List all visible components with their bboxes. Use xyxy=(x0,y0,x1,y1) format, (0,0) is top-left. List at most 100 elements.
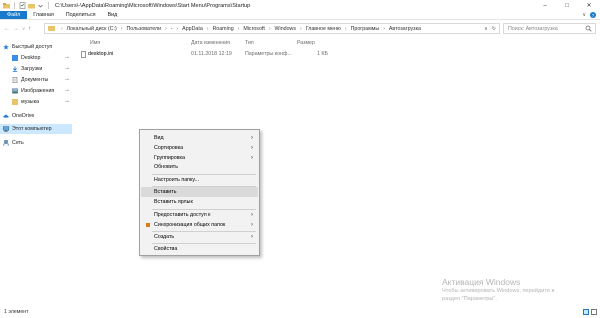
breadcrumb-separator: › xyxy=(344,25,347,32)
breadcrumb-item[interactable]: Microsoft xyxy=(243,26,265,32)
forward-button[interactable]: → xyxy=(13,26,19,32)
large-icons-view-icon[interactable] xyxy=(591,309,597,315)
tab-file[interactable]: Файл xyxy=(0,11,28,19)
view-toggle xyxy=(583,309,597,315)
up-button[interactable]: ↑ xyxy=(28,26,31,32)
details-view-icon[interactable] xyxy=(583,309,589,315)
tab-share[interactable]: Поделиться xyxy=(60,11,102,19)
title-bar: C:\Users\-\AppData\Roaming\Microsoft\Win… xyxy=(0,0,600,11)
context-menu: Вид › Сортировка › Группировка › Обновит… xyxy=(139,129,260,256)
download-icon xyxy=(12,66,18,72)
tab-home[interactable]: Главная xyxy=(27,11,60,19)
sidebar-item-quick-access[interactable]: Быстрый доступ xyxy=(0,42,72,52)
column-header-date[interactable]: Дата изменения xyxy=(191,40,230,48)
search-icon xyxy=(585,25,592,32)
watermark-line: Чтобы активировать Windows, перейдите в xyxy=(442,288,555,294)
menu-item-label: Вставить ярлык xyxy=(154,199,193,205)
menu-item-label: Свойства xyxy=(154,246,178,252)
maximize-button[interactable]: □ xyxy=(556,0,578,11)
menu-item-paste-shortcut[interactable]: Вставить ярлык xyxy=(141,197,258,207)
status-bar: 1 элемент xyxy=(0,306,600,318)
breadcrumb-item[interactable]: Windows xyxy=(275,26,297,32)
menu-item-label: Сортировка xyxy=(154,145,184,151)
menu-item-new[interactable]: Создать › xyxy=(141,232,258,242)
activation-watermark: Активация Windows Чтобы активировать Win… xyxy=(442,277,554,303)
documents-icon xyxy=(12,77,18,83)
column-header-type[interactable]: Тип xyxy=(245,40,254,48)
network-icon xyxy=(3,140,9,146)
breadcrumb-item[interactable]: Пользователи xyxy=(126,26,161,32)
menu-item-paste[interactable]: Вставить xyxy=(141,187,258,197)
address-bar-controls: ∨ ↻ xyxy=(484,26,499,32)
sidebar-item-music[interactable]: музыка ⊸ xyxy=(0,97,72,107)
pin-icon: ⊸ xyxy=(64,55,69,61)
new-folder-icon[interactable] xyxy=(28,2,35,9)
file-type: Параметры конф... xyxy=(245,51,292,57)
sync-icon xyxy=(146,223,150,227)
sidebar-item-documents[interactable]: Документы ⊸ xyxy=(0,75,72,85)
sidebar-item-pictures[interactable]: Изображения ⊸ xyxy=(0,86,72,96)
column-header-size[interactable]: Размер xyxy=(297,40,315,48)
address-bar[interactable]: › Локальный диск (C:) › Пользователи › -… xyxy=(44,23,500,34)
chevron-down-icon[interactable]: ∨ xyxy=(484,26,488,32)
breadcrumb-separator: › xyxy=(206,25,209,32)
ribbon-tabs: Файл Главная Поделиться Вид ∨ ? xyxy=(0,11,600,20)
breadcrumb-item-current[interactable]: Автозагрузка xyxy=(389,26,421,32)
pin-icon: ⊸ xyxy=(64,88,69,94)
menu-item-customize-folder[interactable]: Настроить папку... xyxy=(141,175,258,185)
sidebar-item-desktop[interactable]: Desktop ⊸ xyxy=(0,53,72,63)
close-button[interactable]: ✕ xyxy=(578,0,600,11)
sidebar-item-label: Desktop xyxy=(21,55,41,61)
menu-item-refresh[interactable]: Обновить xyxy=(141,162,258,172)
menu-item-give-access[interactable]: Предоставить доступ к › xyxy=(141,210,258,220)
chevron-right-icon: › xyxy=(250,154,253,161)
separator xyxy=(14,2,15,9)
folder-icon[interactable] xyxy=(3,2,10,9)
column-header-name[interactable]: Имя xyxy=(90,40,100,48)
breadcrumb-separator: › xyxy=(120,25,123,32)
breadcrumb-item[interactable]: AppData xyxy=(182,26,203,32)
breadcrumb-item[interactable]: Локальный диск (C:) xyxy=(67,26,117,32)
tab-view[interactable]: Вид xyxy=(102,11,124,19)
breadcrumb-separator: › xyxy=(61,25,63,32)
sidebar-item-label: Изображения xyxy=(21,88,55,94)
sidebar-item-network[interactable]: Сеть xyxy=(0,138,72,148)
sidebar-item-label: OneDrive xyxy=(12,113,35,119)
menu-item-label: Синхронизация общих папок xyxy=(154,222,226,228)
breadcrumb-separator: › xyxy=(165,25,167,32)
breadcrumb-separator: › xyxy=(176,25,179,32)
chevron-down-icon[interactable] xyxy=(37,2,44,9)
breadcrumb-item[interactable]: Roaming xyxy=(212,26,233,32)
expand-ribbon-icon[interactable]: ∨ xyxy=(582,12,586,18)
file-date: 01.11.2018 12:19 xyxy=(191,51,232,57)
menu-item-properties[interactable]: Свойства xyxy=(141,244,258,254)
refresh-icon[interactable]: ↻ xyxy=(492,26,496,32)
breadcrumb-separator: › xyxy=(300,25,302,32)
menu-item-view[interactable]: Вид › xyxy=(141,133,258,143)
breadcrumb-item[interactable]: - xyxy=(171,26,173,32)
search-placeholder: Поиск: Автозагрузка xyxy=(508,25,558,32)
minimize-button[interactable]: – xyxy=(534,0,556,11)
menu-item-sync-shared-folders[interactable]: Синхронизация общих папок › xyxy=(141,220,258,230)
back-button[interactable]: ← xyxy=(4,26,10,32)
breadcrumb-item[interactable]: Главное меню xyxy=(306,26,341,32)
window-controls: – □ ✕ xyxy=(534,0,600,11)
sidebar-item-label: Сеть xyxy=(12,140,24,146)
breadcrumb-item[interactable]: Программы xyxy=(351,26,380,32)
sidebar-item-label: Этот компьютер xyxy=(12,126,52,132)
file-row[interactable]: desktop.ini 01.11.2018 12:19 Параметры к… xyxy=(76,51,336,59)
chevron-right-icon: › xyxy=(250,211,253,218)
sidebar-item-downloads[interactable]: Загрузки ⊸ xyxy=(0,64,72,74)
help-icon[interactable]: ? xyxy=(590,12,596,18)
pin-icon: ⊸ xyxy=(64,66,69,72)
menu-item-label: Создать xyxy=(154,234,175,240)
watermark-title: Активация Windows xyxy=(442,277,521,287)
breadcrumb-separator: › xyxy=(268,25,271,32)
menu-item-label: Настроить папку... xyxy=(154,177,199,183)
search-input[interactable]: Поиск: Автозагрузка xyxy=(503,23,596,34)
recent-locations-button[interactable]: ∨ xyxy=(22,26,25,32)
properties-icon[interactable] xyxy=(19,2,26,9)
sidebar-item-this-pc[interactable]: Этот компьютер xyxy=(0,124,72,134)
sidebar-item-onedrive[interactable]: OneDrive xyxy=(0,111,72,121)
menu-item-sort[interactable]: Сортировка › xyxy=(141,143,258,153)
